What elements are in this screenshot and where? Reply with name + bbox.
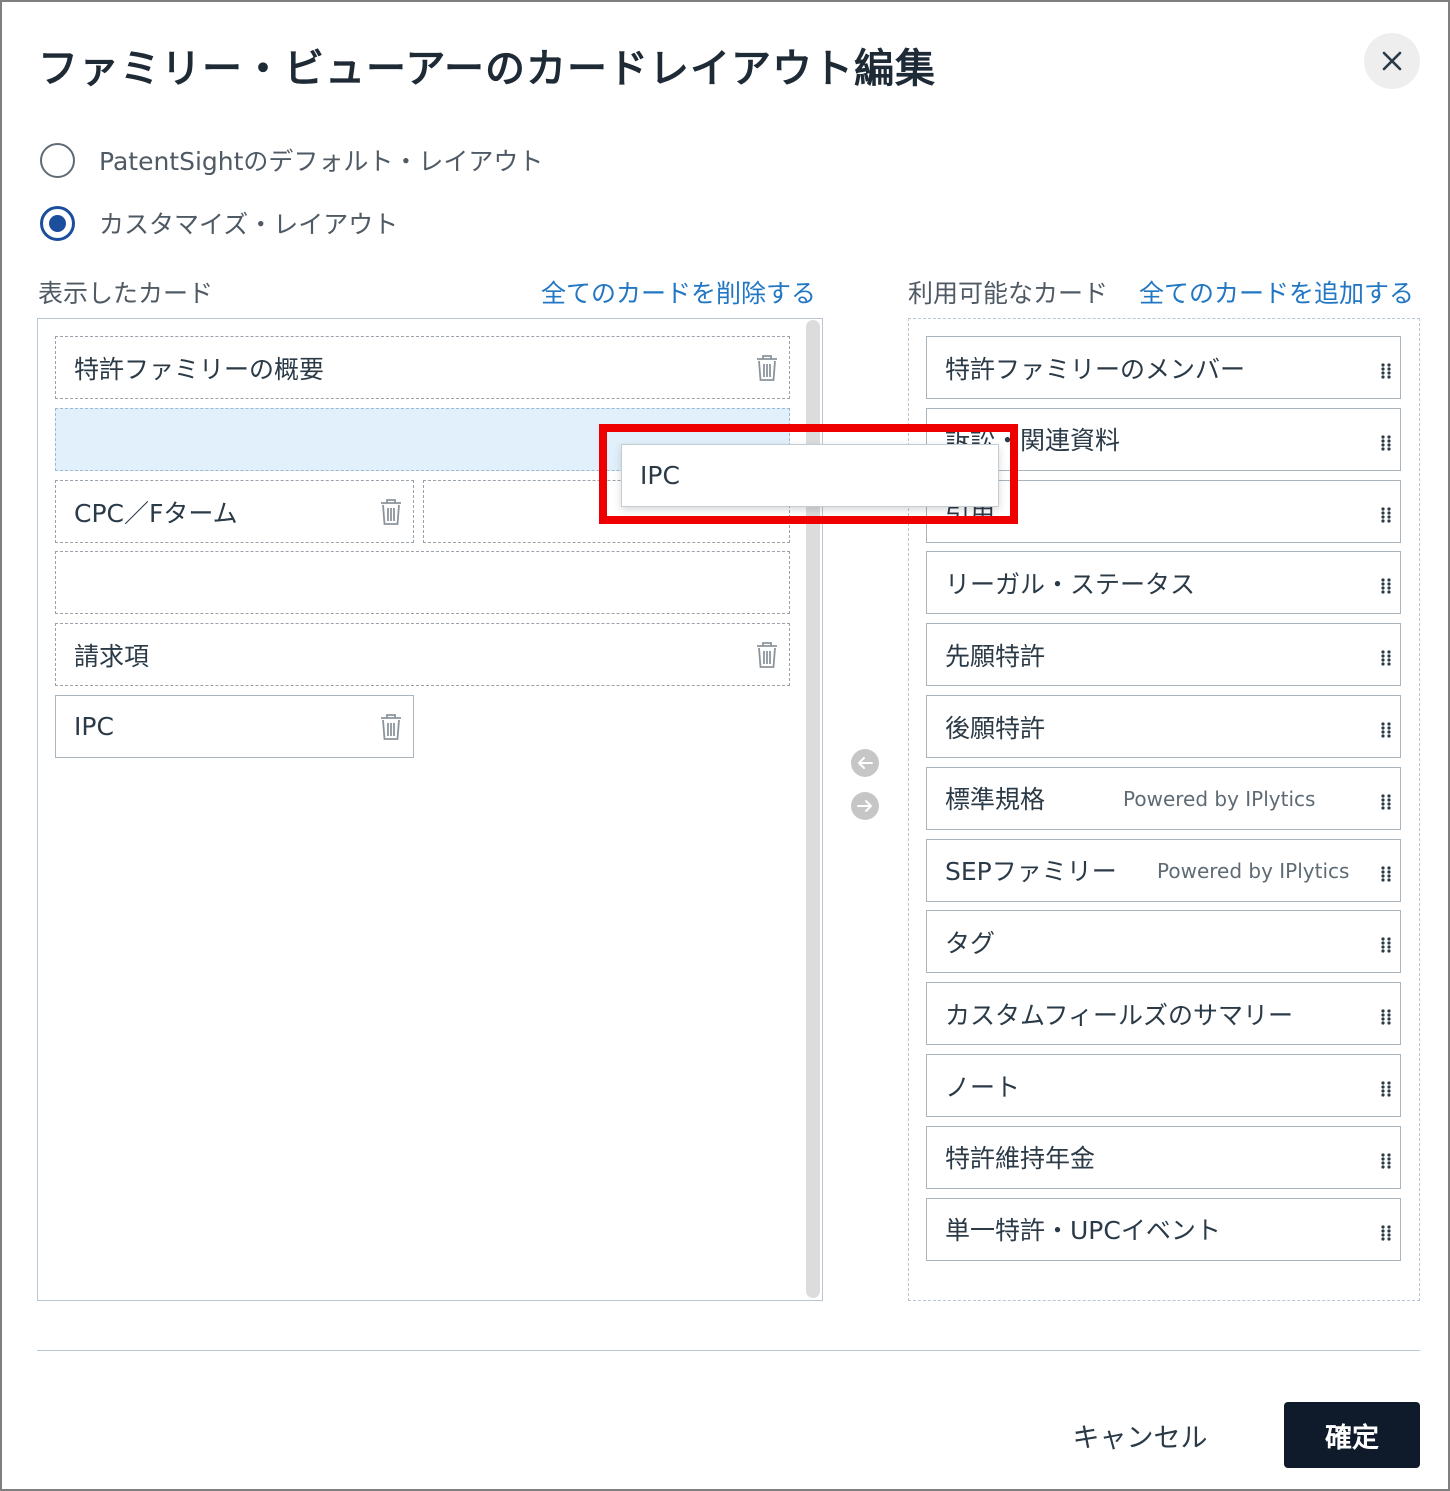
drag-handle-icon[interactable]: [1380, 716, 1392, 745]
card-label: 特許ファミリーの概要: [74, 354, 325, 384]
card-label: 単一特許・UPCイベント: [945, 1216, 1221, 1246]
available-card[interactable]: 後願特許: [926, 695, 1401, 758]
displayed-card[interactable]: 請求項: [55, 623, 790, 686]
drag-handle-icon[interactable]: [1380, 1075, 1392, 1104]
drag-handle-icon[interactable]: [1380, 1147, 1392, 1176]
drag-handle-icon[interactable]: [1380, 644, 1392, 673]
card-label: 先願特許: [945, 641, 1046, 671]
card-label: リーガル・ステータス: [945, 569, 1196, 599]
card-label: カスタムフィールズのサマリー: [945, 1000, 1294, 1030]
card-label: SEPファミリー: [945, 857, 1117, 887]
available-card[interactable]: タグ: [926, 910, 1401, 974]
powered-by-label: Powered by IPlytics: [1123, 786, 1316, 811]
available-card[interactable]: 特許維持年金: [926, 1125, 1401, 1189]
close-icon: [1382, 51, 1402, 71]
displayed-cards-heading: 表示したカード: [38, 279, 214, 308]
available-card[interactable]: ノート: [926, 1054, 1401, 1117]
radio-label: PatentSightのデフォルト・レイアウト: [99, 147, 544, 176]
available-card[interactable]: 先願特許: [926, 623, 1401, 687]
move-right-button[interactable]: [851, 792, 879, 820]
drag-handle-icon[interactable]: [1380, 1003, 1392, 1032]
radio-custom-layout[interactable]: カスタマイズ・レイアウト: [40, 205, 398, 241]
close-button[interactable]: [1364, 33, 1420, 89]
remove-all-cards-link[interactable]: 全てのカードを削除する: [541, 274, 816, 310]
empty-slot: [55, 551, 790, 614]
drag-handle-icon[interactable]: [1380, 357, 1392, 386]
arrow-right-icon: [857, 800, 872, 812]
drag-handle-icon[interactable]: [1380, 860, 1392, 889]
trash-icon[interactable]: [755, 354, 779, 388]
radio-button-selected[interactable]: [40, 205, 75, 241]
add-all-cards-link[interactable]: 全てのカードを追加する: [1139, 274, 1414, 310]
available-card[interactable]: SEPファミリー Powered by IPlytics: [926, 838, 1401, 902]
dialog-title: ファミリー・ビューアーのカードレイアウト編集: [38, 46, 936, 92]
footer-divider: [37, 1350, 1420, 1351]
card-label: タグ: [945, 928, 996, 958]
displayed-card[interactable]: 特許ファミリーの概要: [55, 336, 790, 399]
card-label: 特許維持年金: [945, 1144, 1096, 1174]
powered-by-label: Powered by IPlytics: [1157, 858, 1350, 883]
displayed-card[interactable]: IPC: [55, 695, 414, 758]
displayed-card[interactable]: CPC／Fターム: [55, 480, 414, 543]
available-card[interactable]: カスタムフィールズのサマリー: [926, 982, 1401, 1046]
radio-default-layout[interactable]: PatentSightのデフォルト・レイアウト: [40, 142, 543, 178]
confirm-button[interactable]: 確定: [1284, 1402, 1420, 1468]
drag-handle-icon[interactable]: [1380, 1219, 1392, 1248]
drag-handle-icon[interactable]: [1380, 931, 1392, 960]
available-card[interactable]: 標準規格 Powered by IPlytics: [926, 766, 1401, 830]
card-label: 標準規格: [945, 785, 1046, 815]
available-card[interactable]: 単一特許・UPCイベント: [926, 1197, 1401, 1261]
trash-icon[interactable]: [755, 641, 779, 675]
move-left-button[interactable]: [851, 749, 879, 777]
drag-handle-icon[interactable]: [1380, 429, 1392, 458]
card-label: CPC／Fターム: [74, 498, 238, 528]
drag-handle-icon[interactable]: [1380, 572, 1392, 601]
available-cards-heading: 利用可能なカード: [908, 279, 1109, 308]
radio-button[interactable]: [40, 142, 75, 178]
card-label: IPC: [74, 712, 114, 741]
cancel-button[interactable]: キャンセル: [1050, 1402, 1230, 1468]
card-label: 特許ファミリーのメンバー: [945, 354, 1246, 384]
card-label: ノート: [945, 1072, 1021, 1102]
trash-icon[interactable]: [379, 713, 403, 747]
card-label: 請求項: [74, 641, 150, 671]
drag-handle-icon[interactable]: [1380, 788, 1392, 817]
available-card[interactable]: 特許ファミリーのメンバー: [926, 336, 1401, 399]
highlight-box: [599, 424, 1018, 524]
arrow-left-icon: [858, 757, 873, 769]
trash-icon[interactable]: [379, 498, 403, 532]
drag-handle-icon[interactable]: [1380, 501, 1392, 530]
card-label: 後願特許: [945, 713, 1046, 743]
radio-label: カスタマイズ・レイアウト: [99, 210, 399, 239]
available-card[interactable]: リーガル・ステータス: [926, 551, 1401, 615]
